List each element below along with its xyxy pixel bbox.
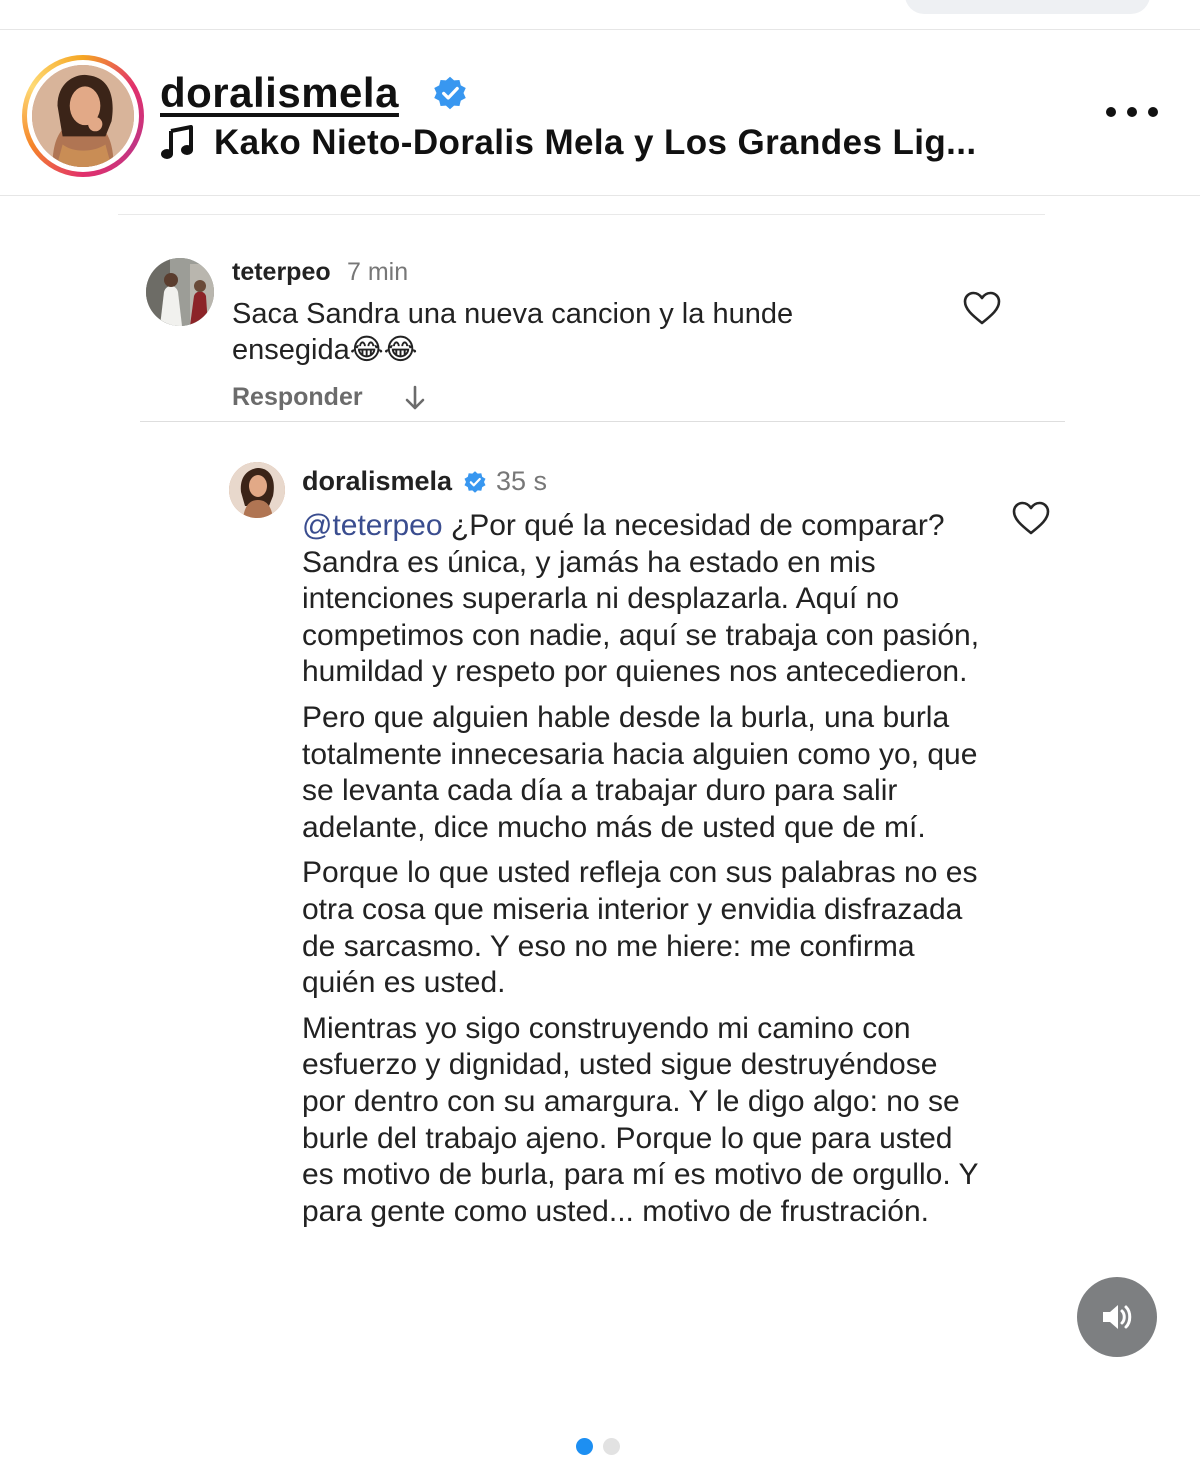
audio-track-row[interactable]: Kako Nieto-Doralis Mela y Los Grandes Li… [160,123,977,163]
heart-outline-icon[interactable] [962,290,1002,326]
heart-outline-icon[interactable] [1011,500,1051,536]
carousel-dot-active[interactable] [576,1438,593,1455]
divider [118,214,1045,215]
verified-badge-icon [464,471,486,493]
top-search-pill[interactable] [905,0,1150,14]
comment-username[interactable]: teterpeo [232,258,331,287]
comment-timestamp: 7 min [347,258,409,286]
carousel-dot[interactable] [603,1438,620,1455]
carousel-indicator [576,1438,620,1455]
verified-badge-icon [434,76,466,110]
sound-toggle-button[interactable] [1077,1277,1157,1357]
speaker-volume-icon [1103,1305,1132,1329]
more-options-button[interactable] [1106,107,1158,121]
story-ring[interactable] [22,55,144,177]
avatar[interactable] [32,65,134,167]
reply-paragraph: Mientras yo sigo construyendo mi camino … [302,1011,978,1228]
reply-paragraph: @teterpeo ¿Por qué la necesidad de compa… [302,509,980,689]
reply-username[interactable]: doralismela [302,466,452,497]
more-horizontal-icon [1106,107,1116,117]
audio-track-title: Kako Nieto-Doralis Mela y Los Grandes Li… [214,123,977,162]
reply-paragraph: Porque lo que usted refleja con sus pala… [302,856,978,1000]
post-header: doralismela Kako Nieto-Doralis Mela y Lo… [0,31,1200,196]
header-username[interactable]: doralismela [160,69,399,117]
arrow-down-icon[interactable] [403,384,427,412]
reply-avatar[interactable] [229,462,285,518]
reply-timestamp: 35 s [496,466,548,496]
commenter-avatar[interactable] [146,258,214,326]
mention-link[interactable]: @teterpeo [302,509,443,542]
reply-text: @teterpeo ¿Por qué la necesidad de compa… [302,508,982,1239]
reply-button[interactable]: Responder [232,383,363,412]
divider [140,421,1065,422]
reply-paragraph: Pero que alguien hable desde la burla, u… [302,700,978,844]
comment-text: Saca Sandra una nueva cancion y la hunde… [232,298,794,366]
music-note-icon [161,125,193,159]
top-strip [0,0,1200,30]
